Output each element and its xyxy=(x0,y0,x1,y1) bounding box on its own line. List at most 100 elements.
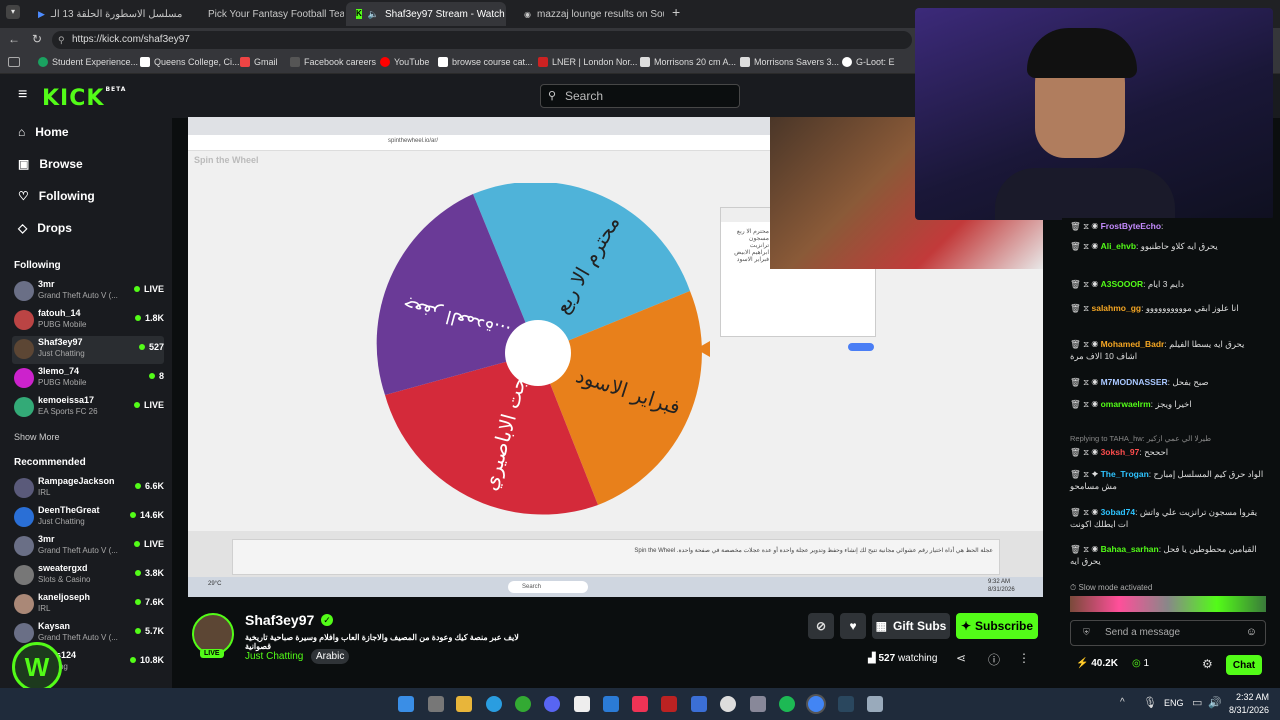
search-input[interactable]: ⚲ Search xyxy=(540,84,740,108)
chat-username[interactable]: Bahaa_sarhan xyxy=(1101,544,1159,554)
spin-wheel[interactable]: محترم الا ربع فبراير الاسود بهجت الاباصي… xyxy=(368,183,708,523)
nav-following[interactable]: ♡ Following xyxy=(18,189,95,203)
channel-points[interactable]: ⚡ 40.2K xyxy=(1076,658,1118,669)
show-more-link[interactable]: Show More xyxy=(14,432,60,442)
chat-username[interactable]: M7MODNASSER xyxy=(1101,377,1168,387)
radio-icon: ◉ xyxy=(524,9,531,19)
chat-username[interactable]: salahmo_gg xyxy=(1091,303,1141,313)
browser-tab[interactable]: ▶ مسلسل الاسطورة الحلقة 13 الـ ✕ xyxy=(28,2,188,26)
subscribe-button[interactable]: ✦ Subscribe xyxy=(956,613,1038,639)
bookmark[interactable]: Student Experience... xyxy=(38,57,138,67)
vscode-icon[interactable] xyxy=(603,696,619,712)
bookmark[interactable]: Gmail xyxy=(240,57,278,67)
chat-username[interactable]: omarwaelrm xyxy=(1101,399,1151,409)
network-icon[interactable]: ▭ xyxy=(1192,696,1202,709)
more-icon[interactable]: ⋮ xyxy=(1018,651,1030,665)
chat-username[interactable]: 3obad74 xyxy=(1101,507,1136,517)
chat-username[interactable]: Ali_ehvb xyxy=(1101,241,1136,251)
chat-input[interactable]: ⛨ Send a message ☺ xyxy=(1070,620,1266,646)
obs-icon[interactable] xyxy=(720,696,736,712)
file-explorer-icon[interactable] xyxy=(456,696,472,712)
emote-strip[interactable] xyxy=(1070,596,1266,612)
bookmark[interactable]: G-Loot: E xyxy=(842,57,895,67)
chrome-icon[interactable] xyxy=(808,696,824,712)
app-icon[interactable] xyxy=(661,696,677,712)
settings-gear-icon[interactable]: ⚙ xyxy=(1202,657,1213,671)
steam-icon[interactable] xyxy=(838,696,854,712)
clock-date[interactable]: 8/31/2026 xyxy=(1229,705,1269,715)
emoji-icon[interactable]: ☺ xyxy=(1246,626,1257,638)
channel-item[interactable]: sweatergxd Slots & Casino 3.8K xyxy=(12,562,164,590)
app-icon[interactable] xyxy=(691,696,707,712)
follow-heart-icon[interactable]: ♥ xyxy=(840,613,866,639)
bookmark[interactable]: Morrisons Savers 3... xyxy=(740,57,839,67)
task-view-icon[interactable] xyxy=(428,696,444,712)
entries-button[interactable] xyxy=(848,343,874,351)
reload-icon[interactable]: ↻ xyxy=(32,32,42,46)
chat-reply-context[interactable]: Replying to TAHA_hw: طيرلا الي عمي ازكير xyxy=(1070,433,1266,445)
info-icon[interactable]: ⓘ xyxy=(988,651,1000,668)
gift-subs-button[interactable]: ▦ Gift Subs xyxy=(872,613,950,639)
spotify-icon[interactable] xyxy=(779,696,795,712)
settings-icon[interactable] xyxy=(750,696,766,712)
input-language[interactable]: ENG xyxy=(1164,698,1184,708)
channel-item[interactable]: 3lemo_74 PUBG Mobile 8 xyxy=(12,365,164,393)
browser-tab[interactable]: ◉ mazzaj lounge results on Sou ✕ xyxy=(508,2,664,26)
tab-search-icon[interactable]: ▾ xyxy=(6,5,20,19)
bookmark[interactable]: Facebook careers xyxy=(290,57,376,67)
app-icon[interactable] xyxy=(867,696,883,712)
kick-logo[interactable]: KICKBETA xyxy=(42,86,126,111)
chat-username[interactable]: Mohamed_Badr xyxy=(1101,339,1165,349)
chat-send-button[interactable]: Chat xyxy=(1226,655,1262,675)
browser-tab[interactable]: Pick Your Fantasy Football Team | xyxy=(190,2,344,26)
prediction-count[interactable]: ◎ 1 xyxy=(1132,658,1149,669)
windows-start-icon[interactable] xyxy=(398,696,414,712)
discord-icon[interactable] xyxy=(544,696,560,712)
category-link[interactable]: Just Chatting xyxy=(245,651,303,662)
app-icon[interactable] xyxy=(515,696,531,712)
bookmark[interactable]: Queens College, Ci... xyxy=(140,57,240,67)
bookmark[interactable]: YouTube xyxy=(380,57,429,67)
prediction-icon: ◎ xyxy=(1132,658,1141,669)
browser-tab-active[interactable]: K 🔈 Shaf3ey97 Stream - Watch Li ✕ xyxy=(346,2,506,26)
clock-time[interactable]: 2:32 AM xyxy=(1236,692,1269,702)
channel-item[interactable]: fatouh_14 PUBG Mobile 1.8K xyxy=(12,307,164,335)
app-icon[interactable] xyxy=(632,696,648,712)
chat-username[interactable]: FrostByteEcho xyxy=(1101,221,1161,231)
back-arrow-icon[interactable]: ← xyxy=(8,32,20,46)
channel-item[interactable]: 3mr Grand Theft Auto V (... LIVE xyxy=(12,533,164,561)
nav-browse[interactable]: ▣ Browse xyxy=(18,157,83,171)
site-info-icon[interactable]: ⚲ xyxy=(58,31,65,49)
chat-text: انا علوز ابقي موووووووووو xyxy=(1145,303,1239,313)
channel-item[interactable]: kemoeissa17 EA Sports FC 26 LIVE xyxy=(12,394,164,422)
menu-icon[interactable]: ≡ xyxy=(18,86,27,104)
wheel-app-title: Spin the Wheel xyxy=(194,155,259,165)
notification-bell-icon[interactable]: ⊘ xyxy=(808,613,834,639)
channel-item[interactable]: 3mr Grand Theft Auto V (... LIVE xyxy=(12,278,164,306)
channel-item[interactable]: kaneljoseph IRL 7.6K xyxy=(12,591,164,619)
tray-chevron-icon[interactable]: ^ xyxy=(1120,697,1125,708)
chat-username[interactable]: The_Trogan xyxy=(1101,469,1149,479)
nav-drops[interactable]: ◇ Drops xyxy=(18,221,72,235)
channel-item-active[interactable]: Shaf3ey97 Just Chatting 527 xyxy=(12,336,164,364)
edge-icon[interactable] xyxy=(486,696,502,712)
chat-username[interactable]: 3oksh_97 xyxy=(1101,447,1140,457)
bookmark[interactable]: browse course cat... xyxy=(438,57,533,67)
speaker-icon[interactable]: 🔈 xyxy=(368,9,379,20)
language-tag[interactable]: Arabic xyxy=(311,649,350,664)
share-icon[interactable]: ⋖ xyxy=(956,651,966,665)
channel-item[interactable]: DeenTheGreat Just Chatting 14.6K xyxy=(12,504,164,532)
channel-name[interactable]: Shaf3ey97 xyxy=(245,612,314,628)
bookmark[interactable]: Morrisons 20 cm A... xyxy=(640,57,736,67)
url-field[interactable]: ⚲ https://kick.com/shaf3ey97 xyxy=(52,31,912,49)
app-icon[interactable] xyxy=(574,696,590,712)
microphone-icon[interactable]: 🎙 xyxy=(1143,696,1157,709)
nav-home[interactable]: ⌂ Home xyxy=(18,125,69,139)
new-tab-icon[interactable]: + xyxy=(672,4,680,20)
chat-username[interactable]: A3SOOOR xyxy=(1101,279,1144,289)
channel-item[interactable]: RampageJackson IRL 6.6K xyxy=(12,475,164,503)
bookmark[interactable]: LNER | London Nor... xyxy=(538,57,637,67)
volume-icon[interactable]: 🔊 xyxy=(1208,696,1222,709)
apps-icon[interactable] xyxy=(8,57,20,67)
nav-label: Drops xyxy=(37,221,72,235)
